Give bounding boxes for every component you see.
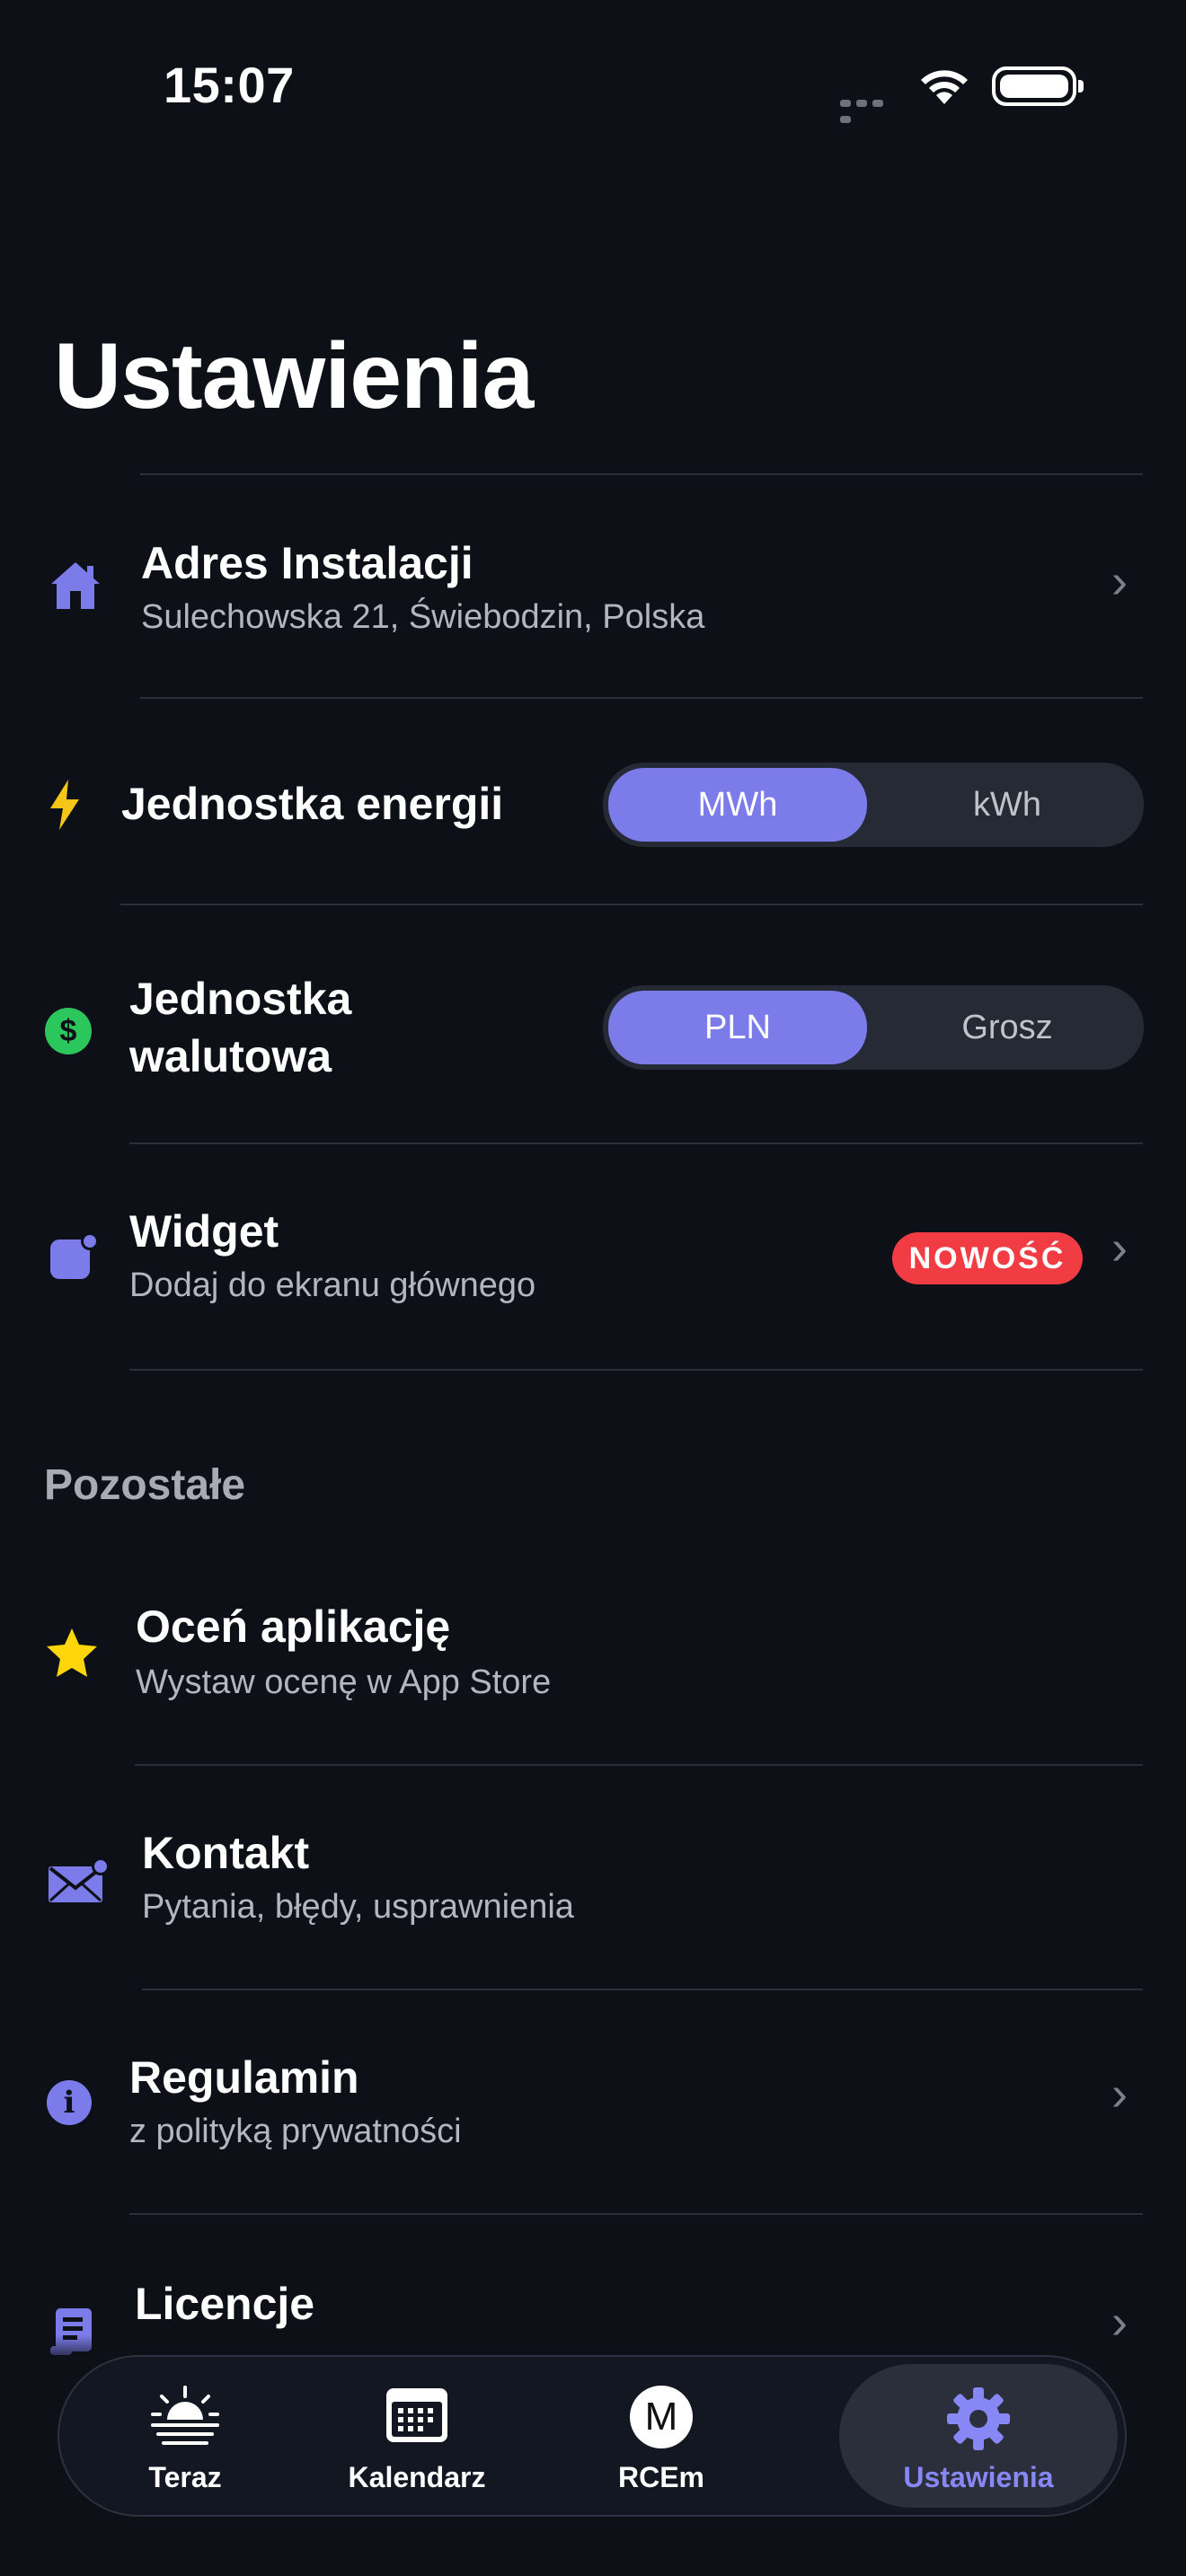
page-title: Ustawienia	[54, 324, 534, 428]
tab-label: Teraz	[148, 2461, 222, 2493]
chevron-right-icon: ›	[1111, 554, 1128, 608]
star-icon	[45, 1626, 99, 1684]
energy-unit-segmented-control[interactable]: MWh kWh	[603, 763, 1144, 847]
energy-unit-title: Jednostka energii	[121, 779, 504, 829]
divider	[140, 697, 1143, 699]
currency-unit-row: $ Jednostka walutowa PLN Grosz	[0, 907, 1186, 1142]
widget-icon	[49, 1232, 99, 1287]
tab-bar: Teraz Kalendarz M RCEm Ustawienia	[58, 2355, 1127, 2517]
energy-unit-row: Jednostka energii MWh kWh	[0, 701, 1186, 904]
envelope-icon	[47, 1857, 111, 1910]
divider	[142, 1989, 1143, 1990]
divider	[140, 473, 1143, 475]
address-title: Adres Instalacji	[141, 538, 474, 588]
status-time: 15:07	[164, 57, 295, 113]
calendar-icon	[384, 2386, 450, 2449]
rate-app-title: Oceń aplikację	[136, 1601, 451, 1652]
divider	[120, 904, 1143, 905]
address-subtitle: Sulechowska 21, Świebodzin, Polska	[141, 598, 705, 636]
section-header-other: Pozostałe	[44, 1461, 246, 1509]
tab-rcem[interactable]: M RCEm	[535, 2357, 787, 2515]
sunrise-icon	[149, 2386, 221, 2453]
chevron-right-icon: ›	[1111, 2067, 1128, 2121]
info-circle-icon: i	[47, 2080, 92, 2125]
divider	[129, 1369, 1143, 1371]
segment-pln[interactable]: PLN	[608, 991, 867, 1064]
contact-subtitle: Pytania, błędy, usprawnienia	[142, 1888, 574, 1926]
terms-title: Regulamin	[129, 2052, 359, 2103]
divider	[129, 2213, 1143, 2215]
wifi-icon	[916, 65, 972, 110]
house-icon	[49, 559, 102, 617]
currency-unit-title-line1: Jednostka	[129, 974, 352, 1024]
rate-app-row[interactable]: Oceń aplikację Wystaw ocenę w App Store	[0, 1545, 1186, 1766]
rate-app-subtitle: Wystaw ocenę w App Store	[136, 1663, 552, 1701]
terms-row[interactable]: i Regulamin z polityką prywatności ›	[0, 1992, 1186, 2213]
new-badge: NOWOŚĆ	[892, 1232, 1083, 1284]
segment-mwh[interactable]: MWh	[608, 768, 867, 842]
battery-icon	[992, 66, 1084, 106]
tab-label: RCEm	[617, 2461, 704, 2493]
licenses-title: Licencje	[135, 2279, 315, 2329]
address-row[interactable]: Adres Instalacji Sulechowska 21, Świebod…	[0, 476, 1186, 697]
bolt-icon	[47, 778, 83, 836]
contact-row[interactable]: Kontakt Pytania, błędy, usprawnienia	[0, 1768, 1186, 1989]
tab-label: Kalendarz	[348, 2461, 486, 2493]
widget-title: Widget	[129, 1206, 279, 1257]
tab-label: Ustawienia	[903, 2461, 1054, 2493]
tab-kalendarz[interactable]: Kalendarz	[291, 2357, 543, 2515]
contact-title: Kontakt	[142, 1828, 310, 1878]
widget-subtitle: Dodaj do ekranu głównego	[129, 1266, 536, 1304]
terms-subtitle: z polityką prywatności	[129, 2113, 462, 2150]
m-circle-icon: M	[630, 2386, 693, 2448]
segment-kwh[interactable]: kWh	[878, 768, 1137, 842]
segment-grosz[interactable]: Grosz	[878, 991, 1137, 1064]
currency-unit-title: Jednostka walutowa	[129, 970, 351, 1085]
tab-teraz[interactable]: Teraz	[59, 2357, 311, 2515]
cellular-signal-icon	[840, 95, 903, 123]
currency-unit-segmented-control[interactable]: PLN Grosz	[603, 985, 1144, 1070]
tab-ustawienia[interactable]: Ustawienia	[839, 2364, 1118, 2508]
widget-row[interactable]: Widget Dodaj do ekranu głównego NOWOŚĆ ›	[0, 1146, 1186, 1369]
chevron-right-icon: ›	[1111, 1221, 1128, 1275]
divider	[129, 1142, 1143, 1144]
dollar-circle-icon: $	[45, 1008, 92, 1054]
gear-icon	[945, 2386, 1012, 2457]
currency-unit-title-line2: walutowa	[129, 1031, 332, 1081]
divider	[135, 1764, 1143, 1766]
